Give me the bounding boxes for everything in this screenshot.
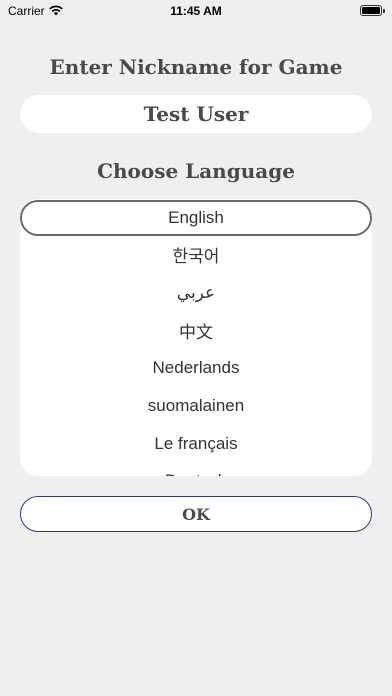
- language-picker[interactable]: English 한국어 عربي 中文 Nederlands suomalain…: [20, 199, 372, 476]
- language-option-chinese[interactable]: 中文: [20, 312, 372, 348]
- language-title: Choose Language: [97, 159, 295, 183]
- language-option-french[interactable]: Le français: [20, 426, 372, 462]
- language-option-finnish[interactable]: suomalainen: [20, 388, 372, 424]
- status-time: 11:45 AM: [170, 4, 222, 18]
- language-option-german[interactable]: Deutsch: [20, 463, 372, 476]
- battery-icon: [360, 5, 385, 16]
- language-option-arabic[interactable]: عربي: [20, 275, 372, 311]
- language-option-dutch[interactable]: Nederlands: [20, 350, 372, 386]
- ok-button[interactable]: OK: [20, 496, 372, 532]
- nickname-title: Enter Nickname for Game: [49, 55, 343, 79]
- nickname-input[interactable]: Test User: [20, 95, 372, 133]
- language-option-english[interactable]: English: [20, 200, 372, 236]
- status-bar: Carrier 11:45 AM: [0, 0, 392, 22]
- language-option-korean[interactable]: 한국어: [20, 236, 372, 272]
